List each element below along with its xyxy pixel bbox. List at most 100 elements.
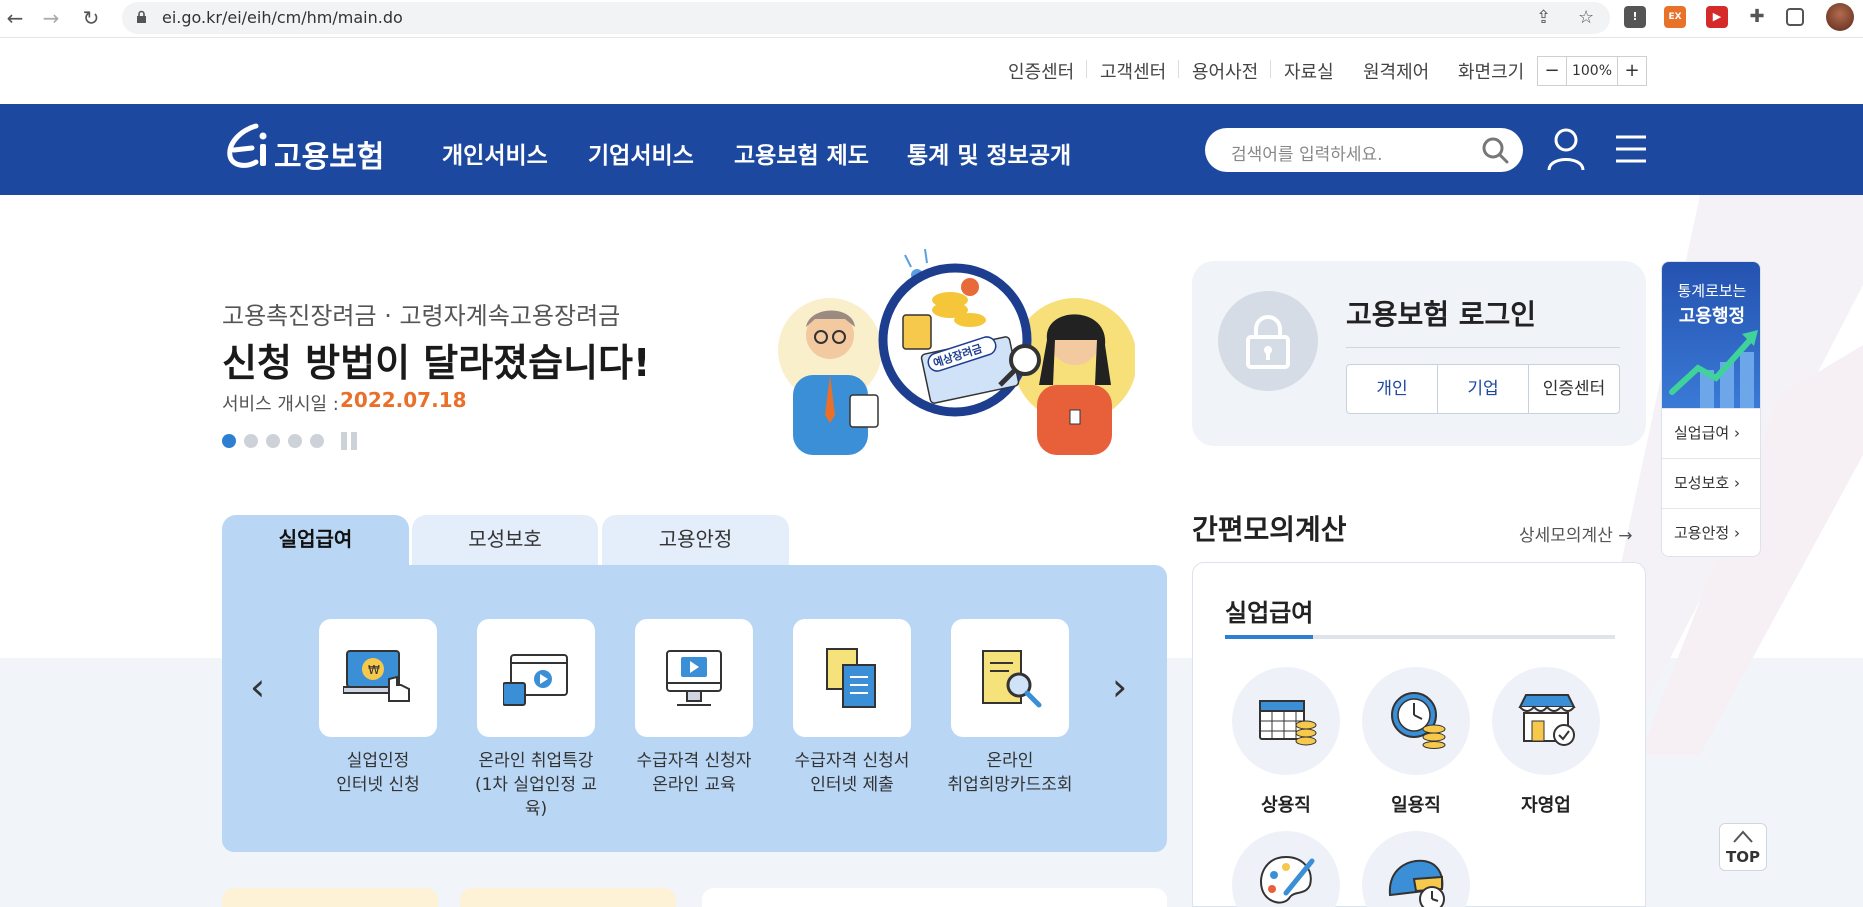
bottom-card[interactable] (222, 888, 438, 907)
search-icon[interactable] (1481, 136, 1509, 164)
ei-logo-icon (227, 123, 267, 168)
share-icon[interactable]: ⇪ (1536, 7, 1551, 28)
extension-3-icon[interactable]: ▶ (1706, 6, 1728, 28)
reload-icon[interactable]: ↻ (78, 5, 104, 31)
svc-online-lecture-box (477, 619, 595, 737)
documents-icon (826, 648, 876, 708)
nav-system[interactable]: 고용보험 제도 (734, 136, 869, 170)
chevron-up-icon (1733, 830, 1753, 843)
helmet-clock-icon (1362, 831, 1470, 907)
svg-text:₩: ₩ (368, 663, 380, 677)
service-item[interactable]: 수급자격 신청서 인터넷 제출 (782, 619, 922, 797)
carousel-prev-icon[interactable]: ‹ (250, 665, 265, 709)
service-item[interactable]: 온라인 취업희망카드조회 (940, 619, 1080, 797)
stats-banner[interactable]: 통계로보는 고용행정 (1662, 262, 1760, 408)
bottom-card[interactable] (702, 888, 1167, 907)
slide-dot-2[interactable] (244, 434, 258, 448)
service-item[interactable]: 수급자격 신청자 온라인 교육 (624, 619, 764, 797)
tab-unemployment[interactable]: 실업급여 (222, 515, 409, 565)
util-link-customer[interactable]: 고객센터 (1100, 58, 1166, 84)
back-icon[interactable]: ← (2, 5, 28, 31)
side-panel-icon[interactable] (1786, 8, 1804, 26)
slide-dot-4[interactable] (288, 434, 302, 448)
util-link-cert[interactable]: 인증센터 (1008, 58, 1074, 84)
quick-item-stability[interactable]: 고용안정 › (1662, 508, 1760, 556)
main-header: 고용보험 개인서비스 기업서비스 고용보험 제도 통계 및 정보공개 검색어를 … (0, 104, 1863, 195)
svc-application-submit-box (793, 619, 911, 737)
arrow-right-icon: → (1618, 526, 1633, 546)
divider (1270, 60, 1271, 78)
banner-date-label: 서비스 개시일 : (222, 394, 339, 415)
calc-item-daily[interactable]: 일용직 (1361, 667, 1471, 817)
service-label: 온라인 (986, 751, 1034, 771)
util-link-archive[interactable]: 자료실 (1284, 58, 1334, 84)
service-label: 온라인 취업특강 (478, 751, 594, 771)
quick-item-maternity[interactable]: 모성보호 › (1662, 458, 1760, 508)
address-bar[interactable]: ei.go.kr/ei/eih/cm/hm/main.do ⇪ ☆ (122, 2, 1610, 34)
service-label: 취업희망카드조회 (947, 775, 1073, 795)
quick-item-unemployment[interactable]: 실업급여 › (1662, 408, 1760, 458)
profile-avatar[interactable] (1826, 3, 1854, 31)
bookmark-star-icon[interactable]: ☆ (1578, 7, 1594, 28)
tab-maternity[interactable]: 모성보호 (412, 515, 598, 565)
palette-icon (1232, 831, 1340, 907)
calc-item-regular[interactable]: 상용직 (1231, 667, 1341, 817)
nav-business[interactable]: 기업서비스 (588, 136, 694, 170)
svc-hope-card-box (951, 619, 1069, 737)
banner-subtitle: 고용촉진장려금 · 고령자계속고용장려금 (222, 302, 621, 330)
calc-item-artist[interactable] (1231, 831, 1341, 907)
util-link-remote[interactable]: 원격제어 (1363, 58, 1429, 84)
menu-icon[interactable] (1614, 134, 1648, 164)
calendar-coins-icon (1232, 667, 1340, 775)
nav-personal[interactable]: 개인서비스 (442, 136, 548, 170)
zoom-control: − 100% + (1537, 56, 1647, 86)
calc-item-self-employed[interactable]: 자영업 (1491, 667, 1601, 817)
service-label: 인터넷 신청 (336, 775, 420, 795)
slide-dot-5[interactable] (310, 434, 324, 448)
stats-banner-small: 통계로보는 (1677, 282, 1747, 300)
tab-stability[interactable]: 고용안정 (602, 515, 789, 565)
service-label: 실업인정 (346, 751, 410, 771)
zoom-value: 100% (1566, 57, 1618, 85)
calc-item-label: 일용직 (1391, 795, 1441, 816)
search-placeholder: 검색어를 입력하세요. (1231, 145, 1383, 165)
calc-detail-link[interactable]: 상세모의계산 → (1519, 521, 1633, 546)
service-label: 수급자격 신청서 (794, 751, 910, 771)
zoom-in-button[interactable]: + (1618, 57, 1646, 85)
pause-icon[interactable] (341, 432, 361, 450)
video-window-icon (503, 654, 568, 706)
extension-2-icon[interactable]: EX (1664, 6, 1686, 28)
puzzle-icon[interactable]: ✚ (1746, 6, 1768, 28)
login-business-button[interactable]: 기업 (1438, 365, 1529, 413)
growth-chart-icon (1669, 330, 1758, 408)
service-item[interactable]: 온라인 취업특강 (1차 실업인정 교육) (466, 619, 606, 821)
bottom-card[interactable] (460, 888, 676, 907)
calc-card: 실업급여 상용직 일용직 자영업 (1192, 562, 1646, 907)
slide-dot-1[interactable] (222, 434, 236, 448)
carousel-next-icon[interactable]: › (1112, 665, 1127, 709)
login-button-group: 개인 기업 인증센터 (1346, 364, 1620, 414)
service-item[interactable]: ₩ 실업인정 인터넷 신청 (308, 619, 448, 797)
scroll-top-button[interactable]: TOP (1719, 823, 1767, 871)
slide-dot-3[interactable] (266, 434, 280, 448)
document-search-icon (982, 650, 1042, 708)
login-cert-button[interactable]: 인증센터 (1529, 365, 1619, 413)
extension-1-icon[interactable]: ! (1624, 6, 1646, 28)
lock-icon (1218, 291, 1318, 391)
lock-icon (137, 10, 146, 23)
banner-title[interactable]: 신청 방법이 달라졌습니다! (222, 332, 650, 387)
user-icon[interactable] (1546, 126, 1586, 172)
login-personal-button[interactable]: 개인 (1347, 365, 1438, 413)
zoom-out-button[interactable]: − (1538, 57, 1566, 85)
nav-statistics[interactable]: 통계 및 정보공개 (907, 136, 1071, 170)
site-logo[interactable]: 고용보험 (222, 122, 392, 178)
search-input[interactable]: 검색어를 입력하세요. (1205, 128, 1523, 172)
service-label: 인터넷 제출 (810, 775, 894, 795)
calc-item-label: 상용직 (1261, 795, 1311, 816)
forward-icon[interactable]: → (38, 5, 64, 31)
calc-item-delivery[interactable] (1361, 831, 1471, 907)
calc-card-title: 실업급여 (1225, 599, 1314, 627)
top-label: TOP (1726, 848, 1760, 866)
util-link-glossary[interactable]: 용어사전 (1192, 58, 1258, 84)
url-text: ei.go.kr/ei/eih/cm/hm/main.do (162, 8, 403, 27)
